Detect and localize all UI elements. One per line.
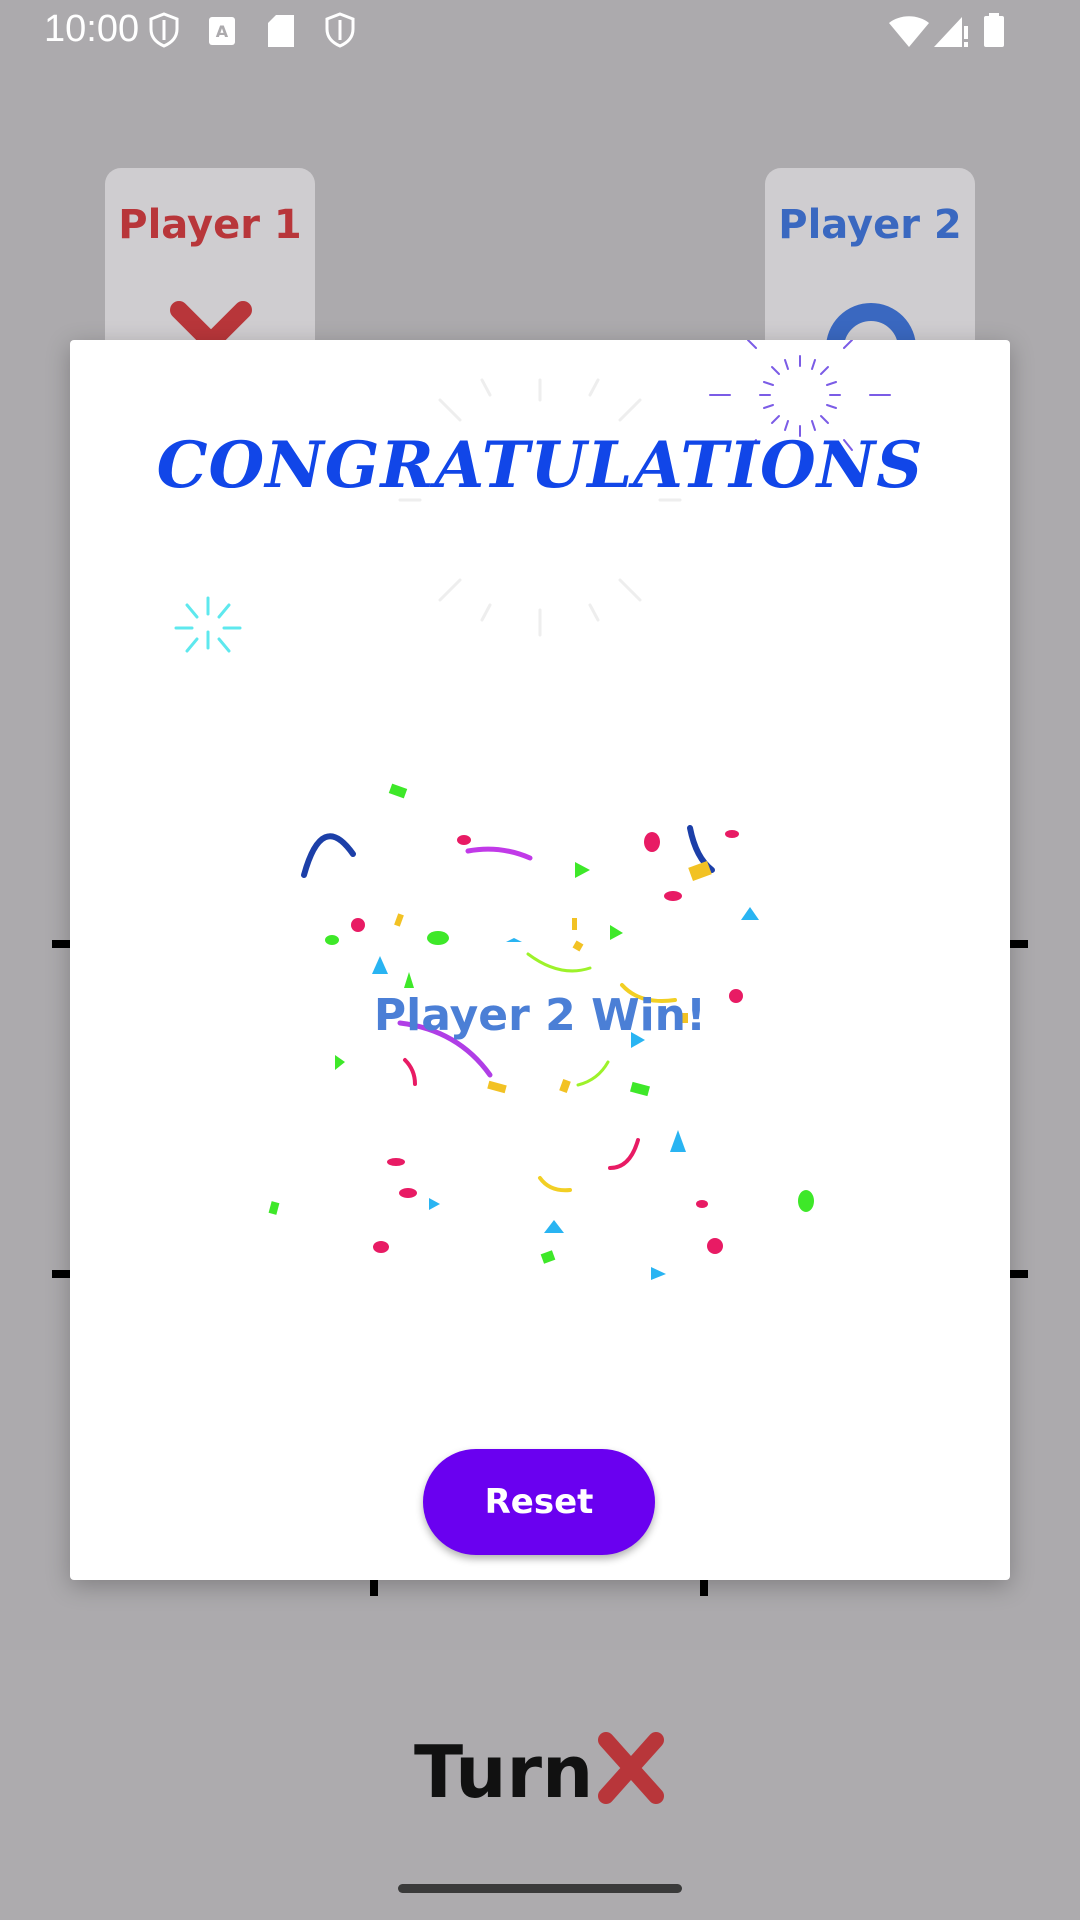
board-grid-line: [1010, 940, 1028, 948]
turn-indicator: Turn: [414, 1730, 593, 1814]
board-grid-line: [1010, 1270, 1028, 1278]
board-grid-line: [52, 940, 70, 948]
firework-burst-icon: [398, 378, 682, 637]
board-grid-line: [700, 1580, 708, 1596]
x-icon: [598, 1732, 664, 1804]
home-indicator[interactable]: [398, 1884, 682, 1893]
sparkle-icon: [174, 596, 242, 653]
dialog-title: CONGRATULATIONS: [156, 428, 924, 503]
sd-card-icon: [268, 15, 294, 47]
turn-label: Turn: [414, 1730, 594, 1814]
win-dialog: CONGRATULATIONS Player 2 Win! Reset: [70, 340, 1010, 1580]
player-1-name: Player 1: [118, 202, 302, 248]
winner-message: Player 2 Win!: [373, 990, 707, 1041]
status-bar: 10:00 A: [0, 0, 1080, 64]
status-time: 10:00: [44, 8, 140, 50]
text-app-icon: A: [209, 17, 235, 45]
board-grid-line: [52, 1270, 70, 1278]
signal-icon: [934, 17, 968, 47]
player-2-name: Player 2: [778, 202, 962, 248]
reset-button[interactable]: Reset: [423, 1449, 655, 1555]
confetti-animation: [174, 340, 891, 1280]
svg-text:A: A: [216, 22, 229, 41]
shield-icon: [325, 12, 355, 48]
battery-icon: [984, 13, 1004, 47]
wifi-icon: [889, 16, 929, 47]
board-grid-line: [370, 1580, 378, 1596]
shield-icon: [149, 12, 179, 48]
